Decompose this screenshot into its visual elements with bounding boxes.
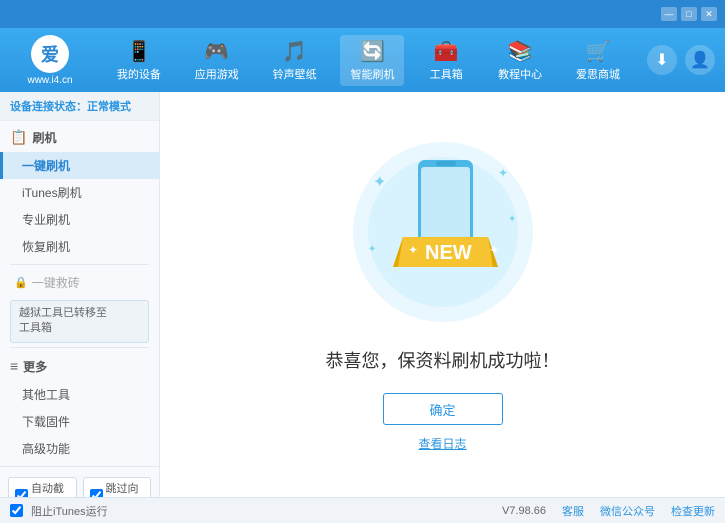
skip-wizard-label: 跳过向导 (106, 480, 145, 497)
sidebar-item-advanced[interactable]: 高级功能 (0, 435, 159, 462)
bottom-right: V7.98.66 客服 微信公众号 检查更新 (502, 503, 715, 519)
header-right: ⬇ 👤 (647, 45, 715, 75)
svg-text:✦: ✦ (408, 243, 418, 257)
itunes-status-label: 阻止iTunes运行 (31, 503, 108, 519)
nav-tutorials[interactable]: 📚 教程中心 (488, 35, 552, 86)
skip-wizard-checkbox[interactable]: 跳过向导 (83, 477, 152, 497)
sidebar-item-download-fw[interactable]: 下载固件 (0, 408, 159, 435)
svg-text:✦: ✦ (508, 214, 516, 225)
logo[interactable]: 爱 www.i4.cn (10, 35, 90, 86)
nav-ringtones-label: 铃声壁纸 (273, 66, 317, 82)
checkbox-area: 自动截送 跳过向导 (0, 466, 159, 497)
nav-smart-flash[interactable]: 🔄 智能刷机 (340, 35, 404, 86)
sidebar: 设备连接状态：正常模式 📋 刷机 一键刷机 iTunes刷机 专业刷机 恢复刷机… (0, 92, 160, 497)
sidebar-item-one-key-flash[interactable]: 一键刷机 (0, 152, 159, 179)
tutorials-icon: 📚 (508, 39, 533, 64)
nav-mall-label: 爱思商城 (576, 66, 620, 82)
more-section-label: 更多 (23, 358, 47, 375)
nav-apps-games-label: 应用游戏 (195, 66, 239, 82)
mall-icon: 🛒 (586, 39, 611, 64)
sidebar-item-pro-flash[interactable]: 专业刷机 (0, 206, 159, 233)
sidebar-locked-rescue: 🔒 一键救砖 (0, 269, 159, 296)
checkbox-row: 自动截送 跳过向导 (8, 473, 151, 497)
success-illustration: ✦ ✦ ✦ ✦ NEW (343, 137, 543, 347)
maximize-button[interactable]: □ (681, 7, 697, 21)
lock-icon: 🔒 (14, 276, 28, 289)
nav-apps-games[interactable]: 🎮 应用游戏 (185, 35, 249, 86)
locked-label: 一键救砖 (32, 274, 80, 291)
apps-games-icon: 🎮 (204, 39, 229, 64)
update-link[interactable]: 检查更新 (671, 503, 715, 519)
nav-my-device-label: 我的设备 (117, 66, 161, 82)
connection-status: 设备连接状态：正常模式 (0, 92, 159, 121)
wechat-link[interactable]: 微信公众号 (600, 503, 655, 519)
nav-bar: 📱 我的设备 🎮 应用游戏 🎵 铃声壁纸 🔄 智能刷机 🧰 工具箱 📚 教程中心… (100, 35, 637, 86)
version-label: V7.98.66 (502, 505, 546, 517)
user-button[interactable]: 👤 (685, 45, 715, 75)
nav-smart-flash-label: 智能刷机 (350, 66, 394, 82)
close-button[interactable]: ✕ (701, 7, 717, 21)
auto-send-input[interactable] (15, 489, 28, 497)
nav-my-device[interactable]: 📱 我的设备 (107, 35, 171, 86)
toolbox-icon: 🧰 (434, 39, 459, 64)
flash-section-label: 刷机 (32, 129, 56, 146)
divider-1 (10, 264, 149, 265)
jailbreak-text: 越狱工具已转移至工具箱 (19, 307, 107, 334)
my-device-icon: 📱 (126, 39, 151, 64)
nav-toolbox-label: 工具箱 (430, 66, 463, 82)
sidebar-item-itunes-flash[interactable]: iTunes刷机 (0, 179, 159, 206)
confirm-btn-label: 确定 (429, 400, 455, 419)
more-section-icon: ≡ (10, 358, 18, 374)
nav-mall[interactable]: 🛒 爱思商城 (566, 35, 630, 86)
sidebar-item-other-tools[interactable]: 其他工具 (0, 381, 159, 408)
download-button[interactable]: ⬇ (647, 45, 677, 75)
svg-text:✦: ✦ (498, 166, 508, 180)
bottom-left: 阻止iTunes运行 (10, 503, 108, 519)
sidebar-section-flash: 📋 刷机 (0, 123, 159, 152)
bottombar: 阻止iTunes运行 V7.98.66 客服 微信公众号 检查更新 (0, 497, 725, 523)
ringtones-icon: 🎵 (282, 39, 307, 64)
svg-text:NEW: NEW (425, 242, 472, 264)
nav-tutorials-label: 教程中心 (498, 66, 542, 82)
main-area: 设备连接状态：正常模式 📋 刷机 一键刷机 iTunes刷机 专业刷机 恢复刷机… (0, 92, 725, 497)
titlebar: — □ ✕ (0, 0, 725, 28)
divider-2 (10, 347, 149, 348)
header: 爱 www.i4.cn 📱 我的设备 🎮 应用游戏 🎵 铃声壁纸 🔄 智能刷机 … (0, 28, 725, 92)
smart-flash-icon: 🔄 (360, 39, 385, 64)
jailbreak-notice: 越狱工具已转移至工具箱 (10, 300, 149, 343)
diary-link[interactable]: 查看日志 (418, 435, 466, 452)
illustration-svg: ✦ ✦ ✦ ✦ NEW (343, 132, 543, 352)
skip-wizard-input[interactable] (90, 489, 103, 497)
service-link[interactable]: 客服 (562, 503, 584, 519)
logo-url: www.i4.cn (27, 75, 72, 86)
itunes-status-checkbox[interactable] (10, 504, 23, 517)
auto-send-checkbox[interactable]: 自动截送 (8, 477, 77, 497)
status-label: 设备连接状态： (10, 101, 87, 113)
sidebar-section-more: ≡ 更多 (0, 352, 159, 381)
nav-ringtones[interactable]: 🎵 铃声壁纸 (263, 35, 327, 86)
svg-text:✦: ✦ (373, 174, 386, 191)
minimize-button[interactable]: — (661, 7, 677, 21)
flash-section-icon: 📋 (10, 129, 27, 146)
auto-send-label: 自动截送 (31, 480, 70, 497)
svg-text:✦: ✦ (489, 243, 499, 257)
status-value: 正常模式 (87, 101, 131, 113)
sidebar-item-restore-flash[interactable]: 恢复刷机 (0, 233, 159, 260)
confirm-button[interactable]: 确定 (383, 393, 503, 425)
content-area: ✦ ✦ ✦ ✦ NEW (160, 92, 725, 497)
nav-toolbox[interactable]: 🧰 工具箱 (418, 35, 474, 86)
logo-icon: 爱 (31, 35, 69, 73)
svg-text:✦: ✦ (368, 244, 376, 255)
